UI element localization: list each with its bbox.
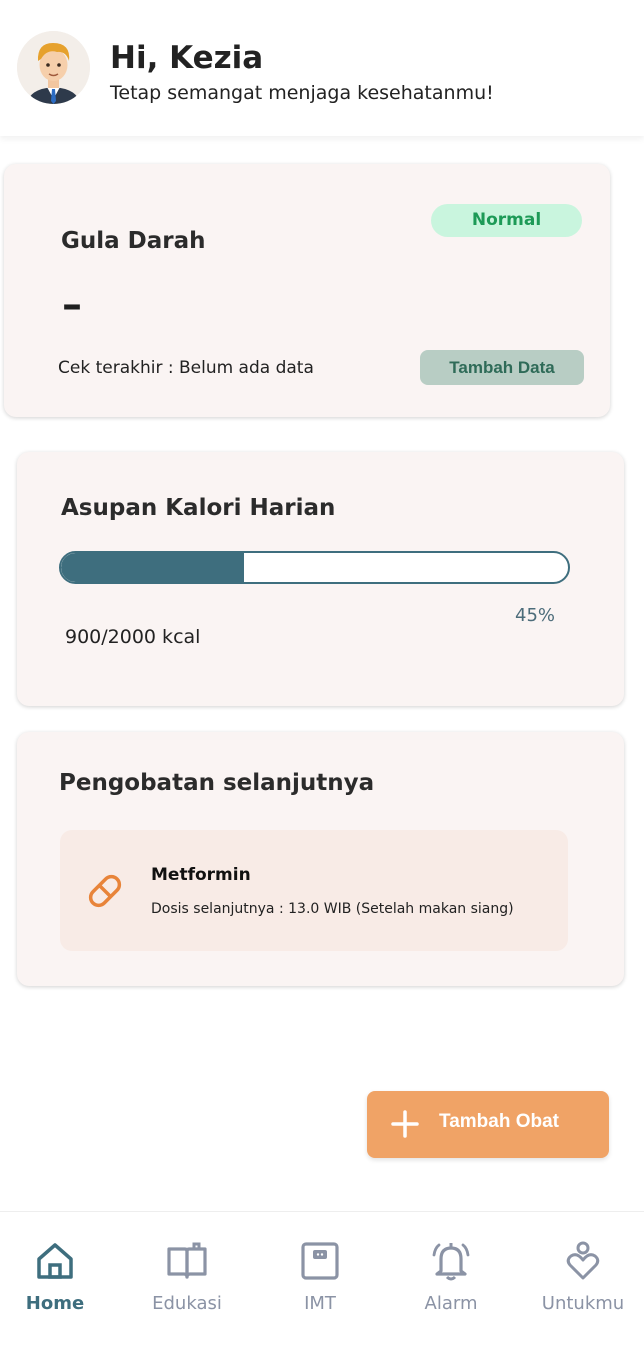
medication-name: Metformin [151,865,251,885]
plus-icon [391,1110,419,1138]
home-icon [37,1243,73,1279]
nav-label-imt: IMT [304,1293,336,1314]
medication-title: Pengobatan selanjutnya [59,770,375,796]
calorie-amount: 900/2000 kcal [65,626,201,648]
medication-dose: Dosis selanjutnya : 13.0 WIB (Setelah ma… [151,901,514,917]
blood-sugar-card[interactable]: Gula Darah Normal – Cek terakhir : Belum… [4,164,610,417]
nav-label-home: Home [25,1293,85,1314]
nav-item-untukmu[interactable]: Untukmu [519,1212,644,1332]
nav-label-edukasi: Edukasi [152,1293,222,1314]
header: Hi, Kezia Tetap semangat menjaga kesehat… [0,0,644,136]
medication-item[interactable]: Metformin Dosis selanjutnya : 13.0 WIB (… [60,830,568,951]
add-medicine-label: Tambah Obat [439,1111,559,1132]
blood-sugar-title: Gula Darah [61,228,206,254]
greeting-subtitle: Tetap semangat menjaga kesehatanmu! [110,82,494,104]
nav-item-imt[interactable]: IMT [256,1212,384,1332]
add-data-button[interactable]: Tambah Data [420,350,584,385]
status-badge: Normal [431,204,582,237]
heart-person-icon [566,1241,600,1280]
last-check-text: Cek terakhir : Belum ada data [58,358,314,378]
nav-item-alarm[interactable]: Alarm [387,1212,515,1332]
home-screen: Hi, Kezia Tetap semangat menjaga kesehat… [0,0,644,1368]
calorie-percent: 45% [515,605,556,626]
blood-sugar-value: – [62,282,82,328]
add-medicine-button[interactable]: Tambah Obat [367,1091,609,1158]
nav-item-edukasi[interactable]: Edukasi [123,1212,251,1332]
calorie-card[interactable]: Asupan Kalori Harian 45% 900/2000 kcal [17,452,624,706]
bottom-navigation: Home Edukasi IMT Alarm Untukmu [0,1211,644,1368]
medication-card: Pengobatan selanjutnya Metformin Dosis s… [17,732,624,986]
calorie-title: Asupan Kalori Harian [61,495,336,521]
calorie-progress-bar [59,551,570,584]
scale-icon [301,1242,339,1280]
greeting-title: Hi, Kezia [110,40,264,76]
nav-label-alarm: Alarm [424,1293,478,1314]
book-icon [167,1242,207,1279]
calorie-progress-fill [61,553,244,582]
nav-label-untukmu: Untukmu [541,1293,625,1314]
nav-item-home[interactable]: Home [0,1212,119,1332]
pill-icon [88,874,122,908]
bell-icon [432,1243,470,1281]
user-avatar-icon[interactable] [17,31,90,104]
